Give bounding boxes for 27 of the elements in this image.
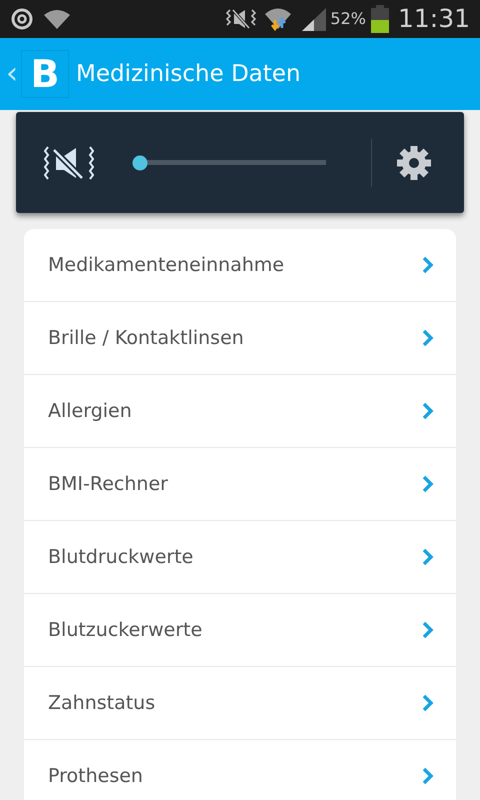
screen-title: Medizinische Daten	[76, 60, 301, 89]
chevron-right-icon	[422, 402, 434, 420]
chevron-right-icon	[422, 694, 434, 712]
wifi-icon	[42, 8, 72, 30]
chevron-right-icon	[422, 767, 434, 785]
vibrate-icon	[226, 8, 256, 30]
battery-percentage: 52%	[330, 8, 366, 30]
chevron-right-icon	[422, 475, 434, 493]
chevron-right-icon	[422, 256, 434, 274]
menu-item[interactable]: Brille / Kontaktlinsen	[24, 302, 456, 375]
menu-item[interactable]: Medikamenteneinnahme	[24, 229, 456, 302]
signal-icon	[300, 7, 326, 31]
wifi-icon	[264, 6, 292, 32]
mute-icon[interactable]	[44, 146, 94, 180]
menu-item[interactable]: Allergien	[24, 375, 456, 448]
slider-thumb[interactable]	[132, 155, 148, 170]
menu-item[interactable]: Zahnstatus	[24, 667, 456, 740]
chevron-right-icon	[422, 329, 434, 347]
menu-item[interactable]: BMI-Rechner	[24, 448, 456, 521]
menu-item[interactable]: Prothesen	[24, 740, 456, 800]
chevron-right-icon	[422, 548, 434, 566]
menu-item[interactable]: Blutdruckwerte	[24, 521, 456, 594]
battery-icon	[370, 5, 390, 33]
menu-item[interactable]: Blutzuckerwerte	[24, 594, 456, 667]
clock-time: 11:31	[398, 3, 470, 36]
settings-icon[interactable]	[396, 144, 432, 180]
chevron-right-icon	[422, 621, 434, 639]
